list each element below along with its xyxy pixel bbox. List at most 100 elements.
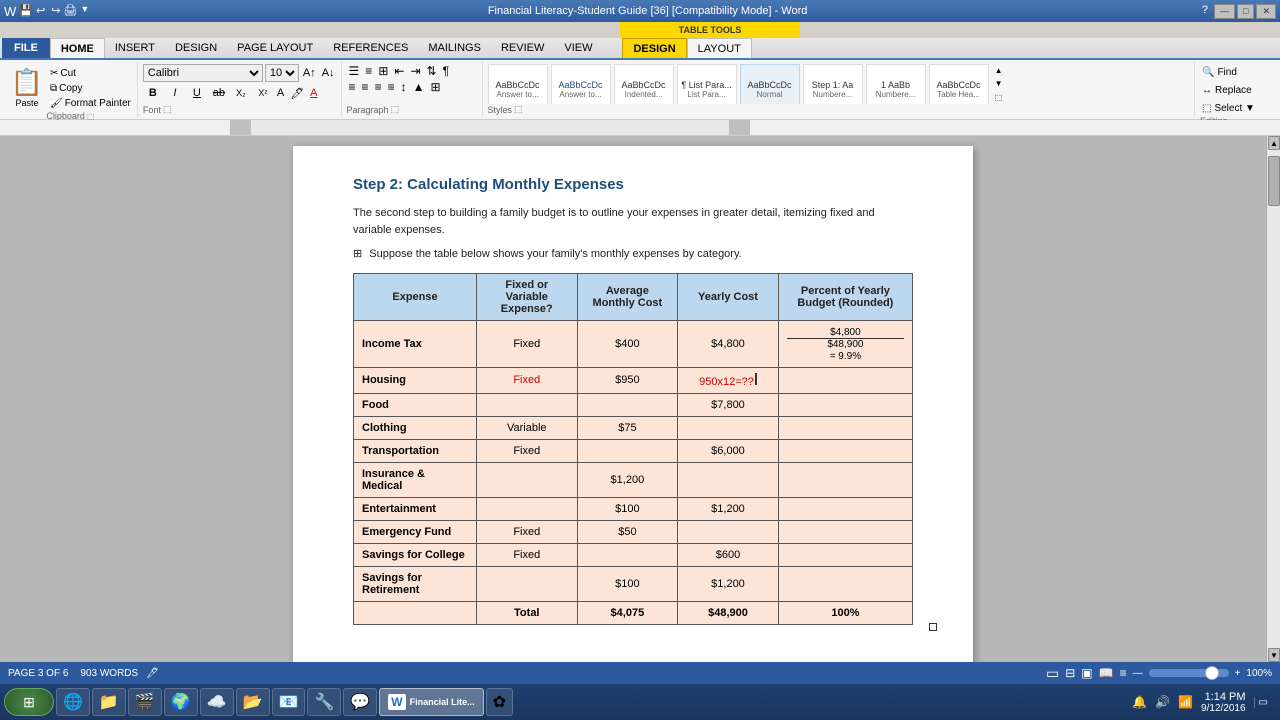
taskbar-tools[interactable]: 🔧 [307,688,341,716]
taskbar-notif-icon[interactable]: 🔔 [1132,695,1147,709]
style-indented[interactable]: AaBbCcDc Indented... [614,64,674,104]
scroll-thumb[interactable] [1268,156,1280,206]
vertical-scrollbar[interactable]: ▲ ▼ [1266,136,1280,662]
taskbar-skype[interactable]: 💬 [343,688,377,716]
format-painter-button[interactable]: 🖌Format Painter [48,96,133,110]
multilevel-btn[interactable]: ⊞ [376,64,390,78]
increase-indent-btn[interactable]: ⇥ [408,64,422,78]
redo-icon[interactable]: ↪ [51,4,60,19]
show-para-btn[interactable]: ¶ [441,64,451,78]
cut-button[interactable]: ✂Cut [48,66,133,80]
tab-table-design[interactable]: DESIGN [622,38,686,58]
taskbar-ie[interactable]: 🌐 [56,688,90,716]
select-button[interactable]: ⬚Select ▼ [1200,100,1272,116]
style-numbere2[interactable]: 1 AaBb Numbere... [866,64,926,104]
copy-button[interactable]: ⧉Copy [48,81,133,95]
justify-btn[interactable]: ≡ [386,80,397,94]
table-resize-handle[interactable] [929,623,937,631]
proofing-icon[interactable]: 🖊 [146,668,159,679]
tab-page-layout[interactable]: PAGE LAYOUT [227,38,323,58]
close-btn[interactable]: ✕ [1256,4,1276,19]
taskbar-files[interactable]: 📂 [236,688,270,716]
zoom-thumb[interactable] [1205,666,1219,680]
taskbar-network-icon[interactable]: 📶 [1178,695,1193,709]
decrease-indent-btn[interactable]: ⇤ [392,64,406,78]
view-print-btn[interactable]: ▣ [1081,666,1092,680]
borders-btn[interactable]: ⊞ [428,80,442,94]
taskbar-show-desktop[interactable]: ▭ [1254,697,1268,708]
font-name-select[interactable]: Calibri [143,64,263,82]
superscript-btn[interactable]: X² [253,84,273,102]
tab-references[interactable]: REFERENCES [323,38,418,58]
para-expand-icon[interactable]: ⬚ [391,104,400,115]
find-button[interactable]: 🔍Find [1200,64,1272,80]
view-normal-btn[interactable]: ▭ [1046,665,1059,682]
tab-insert[interactable]: INSERT [105,38,165,58]
numbering-btn[interactable]: ≡ [363,64,374,78]
replace-button[interactable]: ↔Replace [1200,82,1272,98]
scroll-down-btn[interactable]: ▼ [1268,648,1280,662]
taskbar-chrome[interactable]: 🌍 [164,688,198,716]
taskbar-onedrive[interactable]: ☁️ [200,688,234,716]
styles-scroll-down[interactable]: ▲ ▼ ⬚ [992,64,1006,104]
styles-expand-icon[interactable]: ⬚ [514,104,523,115]
tab-table-layout[interactable]: LAYOUT [687,38,752,58]
bullets-btn[interactable]: ☰ [347,64,362,78]
tab-view[interactable]: VIEW [554,38,602,58]
save-icon[interactable]: 💾 [19,4,33,19]
align-center-btn[interactable]: ≡ [360,80,371,94]
tab-file[interactable]: FILE [2,38,50,58]
tab-design[interactable]: DESIGN [165,38,227,58]
shading-btn[interactable]: ▲ [411,80,427,94]
view-reading-btn[interactable]: 📖 [1099,666,1114,680]
shrink-font-btn[interactable]: A↓ [320,67,337,79]
grow-font-btn[interactable]: A↑ [301,67,318,79]
print-icon[interactable]: 🖨 [63,4,77,19]
underline-btn[interactable]: U [187,84,207,102]
restore-btn[interactable]: □ [1237,4,1254,19]
italic-btn[interactable]: I [165,84,185,102]
para-row1: ☰ ≡ ⊞ ⇤ ⇥ ⇅ ¶ [347,64,478,78]
taskbar-explorer[interactable]: 📁 [92,688,126,716]
start-button[interactable]: ⊞ [4,688,54,716]
text-effects-btn[interactable]: A [275,87,286,99]
subscript-btn[interactable]: X₂ [231,84,251,102]
style-step1[interactable]: Step 1: Aa Numbere... [803,64,863,104]
cell-yearly-formula[interactable]: 950x12=?? [678,367,779,393]
minimize-btn[interactable]: — [1214,4,1235,19]
taskbar-word[interactable]: W Financial Lite... [379,688,483,716]
undo-icon[interactable]: ↩ [36,4,45,19]
customize-icon[interactable]: ▼ [80,4,89,19]
paste-button[interactable]: 📋 Paste [8,64,46,110]
table-move-handle[interactable]: ⊞ [353,246,362,263]
align-left-btn[interactable]: ≡ [347,80,358,94]
style-answer1[interactable]: AaBbCcDc Answer to... [488,64,548,104]
zoom-in-btn[interactable]: + [1235,668,1241,679]
zoom-slider[interactable] [1149,669,1229,677]
strikethrough-btn[interactable]: ab [209,84,229,102]
bold-btn[interactable]: B [143,84,163,102]
tab-mailings[interactable]: MAILINGS [418,38,491,58]
style-list-para[interactable]: ¶ List Para... List Para... [677,64,737,104]
line-spacing-btn[interactable]: ↕ [399,80,409,94]
view-web-btn[interactable]: ⊟ [1065,666,1075,680]
font-size-select[interactable]: 10 [265,64,299,82]
style-answer2[interactable]: AaBbCcDc Answer to... [551,64,611,104]
taskbar-media[interactable]: 🎬 [128,688,162,716]
style-table-heading[interactable]: AaBbCcDc Table Hea... [929,64,989,104]
align-right-btn[interactable]: ≡ [373,80,384,94]
font-color-btn[interactable]: A [308,87,319,99]
tab-home[interactable]: HOME [50,38,105,58]
tab-review[interactable]: REVIEW [491,38,554,58]
help-btn[interactable]: ? [1198,4,1212,19]
style-normal[interactable]: AaBbCcDc Normal [740,64,800,104]
scroll-up-btn[interactable]: ▲ [1268,136,1280,150]
zoom-out-btn[interactable]: — [1133,668,1143,679]
taskbar-speaker-icon[interactable]: 🔊 [1155,695,1170,709]
font-expand-icon[interactable]: ⬚ [163,104,172,115]
taskbar-app[interactable]: ✿ [486,688,513,716]
view-draft-btn[interactable]: ≡ [1120,666,1127,680]
text-highlight-btn[interactable]: 🖊 [288,87,306,100]
sort-btn[interactable]: ⇅ [425,64,439,78]
taskbar-outlook[interactable]: 📧 [272,688,306,716]
